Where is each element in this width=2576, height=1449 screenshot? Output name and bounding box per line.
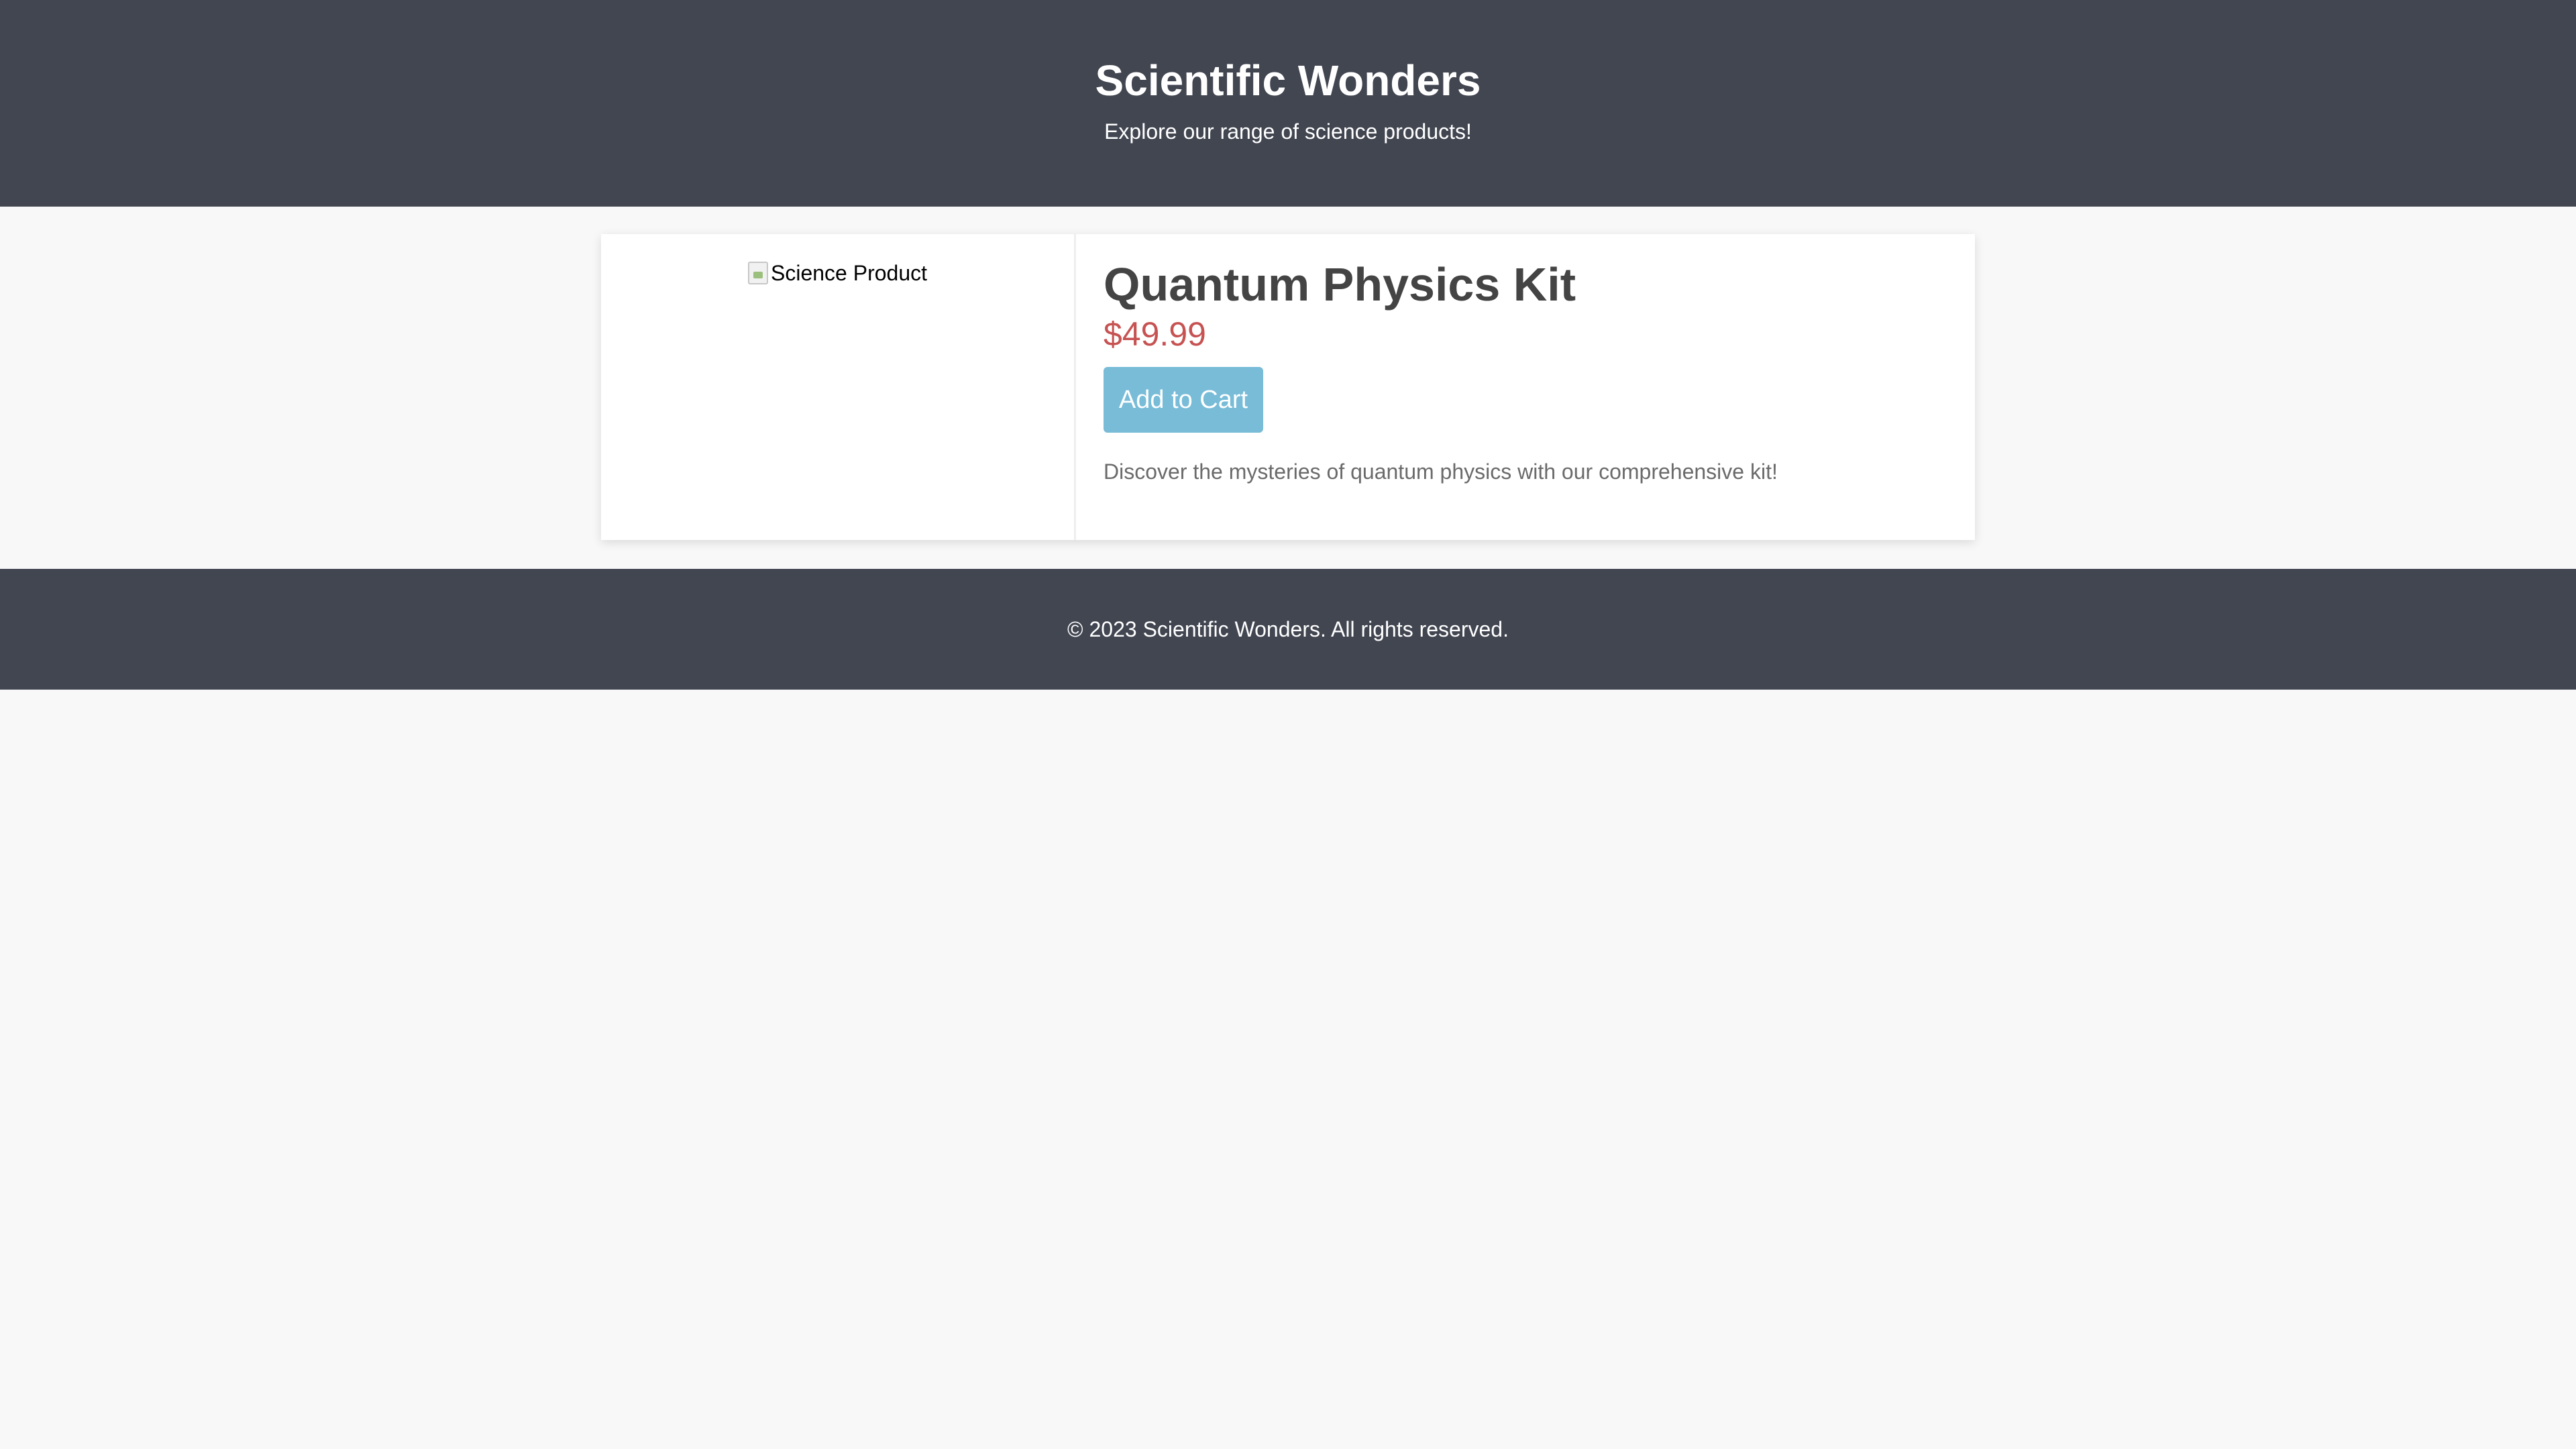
product-card: Science Product Quantum Physics Kit $49.… bbox=[601, 234, 1975, 540]
site-header: Scientific Wonders Explore our range of … bbox=[0, 0, 2576, 207]
site-title: Scientific Wonders bbox=[1095, 56, 1481, 105]
site-tagline: Explore our range of science products! bbox=[1104, 119, 1472, 144]
product-image-alt-text: Science Product bbox=[770, 261, 927, 285]
product-description: Discover the mysteries of quantum physic… bbox=[1104, 460, 1778, 484]
product-image: Science Product bbox=[747, 261, 927, 288]
add-to-cart-button[interactable]: Add to Cart bbox=[1104, 367, 1263, 433]
footer-copyright: © 2023 Scientific Wonders. All rights re… bbox=[1067, 617, 1509, 641]
product-image-container: Science Product bbox=[601, 234, 1076, 540]
broken-image-icon bbox=[747, 262, 768, 284]
product-name: Quantum Physics Kit bbox=[1104, 258, 1576, 311]
product-price: $49.99 bbox=[1104, 315, 1206, 353]
product-details: Quantum Physics Kit $49.99 Add to Cart D… bbox=[1076, 234, 1975, 540]
main-content: Science Product Quantum Physics Kit $49.… bbox=[0, 207, 2576, 569]
site-footer: © 2023 Scientific Wonders. All rights re… bbox=[0, 569, 2576, 690]
